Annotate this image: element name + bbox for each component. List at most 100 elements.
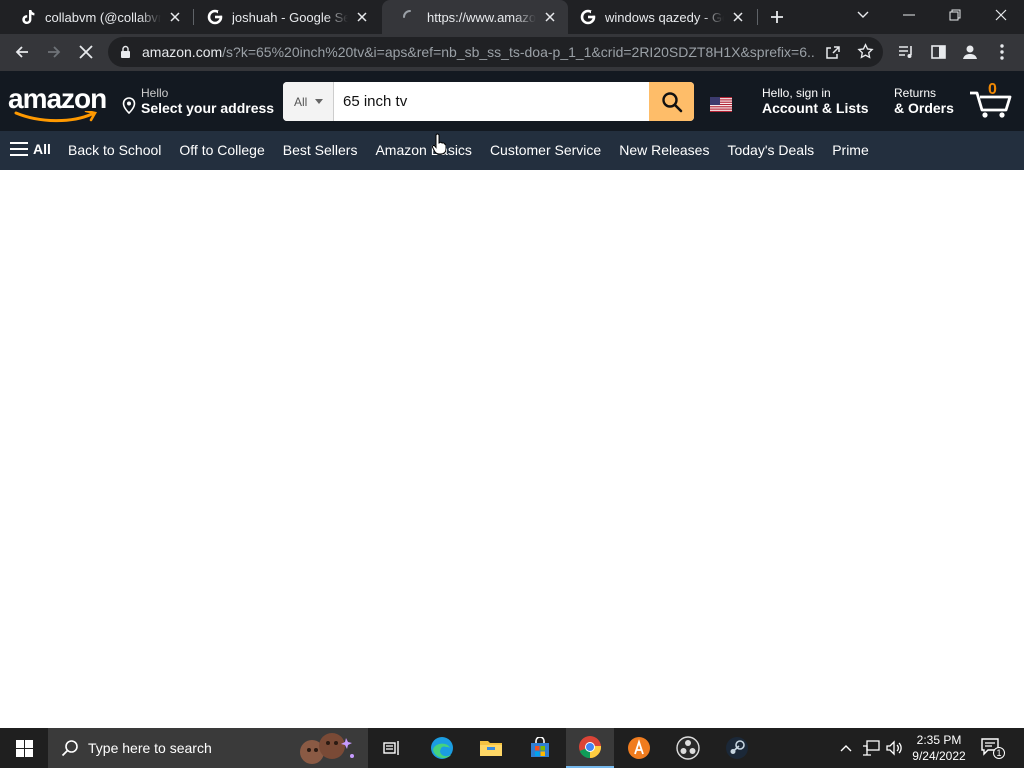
minimize-button[interactable] [886,0,932,30]
obs-icon [676,736,700,760]
steam-icon [726,737,748,759]
us-flag-icon[interactable] [710,97,732,112]
department-label: All [294,94,308,109]
minimize-icon [903,14,915,16]
browser-menu-button[interactable] [988,38,1016,66]
tab-close-icon[interactable] [728,7,748,27]
taskbar-microsoft-store[interactable] [516,728,564,768]
tab-google-windows-qazedy[interactable]: windows qazedy - Google [560,0,756,34]
restore-button[interactable] [932,0,978,30]
address-bar[interactable]: amazon.com/s?k=65%20inch%20tv&i=aps&ref=… [108,37,883,67]
nav-links: Back to School Off to College Best Selle… [68,142,887,158]
google-icon [207,9,223,25]
account-greeting: Hello, sign in [762,86,831,100]
taskbar-search-placeholder: Type here to search [88,740,212,756]
back-button[interactable] [8,38,36,66]
search-results-area [0,170,1024,728]
side-panel-button[interactable] [924,38,952,66]
nav-item-amazon-basics[interactable]: Amazon Basics [375,142,471,158]
media-controls-button[interactable] [892,38,920,66]
tab-close-icon[interactable] [165,7,185,27]
account-and-lists[interactable]: Hello, sign in Account & Lists [762,86,869,116]
network-icon [863,740,880,756]
new-tab-button[interactable] [760,2,794,32]
google-icon [580,9,596,25]
arrow-right-icon [48,46,61,58]
taskbar-edge[interactable] [418,728,466,768]
taskbar-search-box[interactable]: Type here to search [48,728,368,768]
restore-icon [949,9,961,21]
taskbar-app-orange[interactable] [615,728,663,768]
tab-search-button[interactable] [840,0,886,30]
search-department-select[interactable]: All [283,82,334,121]
returns-and-orders[interactable]: Returns & Orders [894,86,954,116]
side-panel-icon [930,45,946,59]
notification-count-badge: 1 [993,747,1005,759]
chrome-icon [579,736,602,759]
taskbar-obs[interactable] [664,728,712,768]
hand-cursor-icon [432,133,446,155]
nav-item-customer-service[interactable]: Customer Service [490,142,601,158]
speaker-icon [886,740,902,756]
task-view-button[interactable] [368,728,416,768]
taskbar-file-explorer[interactable] [467,728,515,768]
caret-down-icon [315,99,324,104]
taskbar-steam[interactable] [713,728,761,768]
taskbar-clock[interactable]: 2:35 PM 9/24/2022 [908,732,970,764]
tab-collabvm[interactable]: collabvm (@collabvm3) [0,0,193,34]
search-icon [61,740,78,757]
store-icon [531,737,549,757]
playlist-icon [899,46,912,58]
nav-item-prime[interactable]: Prime [832,142,869,158]
start-button[interactable] [0,728,48,768]
returns-label: Returns [894,86,937,100]
clock-time: 2:35 PM [916,733,962,747]
amazon-logo[interactable]: amazon [8,83,107,123]
clock-date: 9/24/2022 [912,749,966,763]
amazon-smile-icon [14,111,98,123]
nav-item-new-releases[interactable]: New Releases [619,142,709,158]
hamburger-menu-icon [10,142,28,156]
more-vertical-icon [1000,44,1004,60]
orders-label: & Orders [894,100,954,116]
nav-item-best-sellers[interactable]: Best Sellers [283,142,358,158]
cart-icon [970,91,1012,118]
nav-all-menu[interactable]: All [10,141,51,157]
chevron-up-icon [840,745,852,752]
task-view-icon [383,741,399,755]
amazon-search-bar: All [283,82,694,121]
tab-close-icon[interactable] [540,7,560,27]
tab-title: collabvm (@collabvm3) [45,9,161,25]
profile-button[interactable] [956,38,984,66]
volume-button[interactable] [884,738,904,758]
search-icon [661,91,682,112]
url-host: amazon.com [142,44,223,60]
person-icon [963,45,977,59]
nav-item-todays-deals[interactable]: Today's Deals [727,142,814,158]
show-hidden-icons-button[interactable] [836,738,856,758]
network-button[interactable] [861,738,881,758]
notifications-button[interactable]: 1 [980,736,1005,760]
close-icon [995,9,1007,21]
share-icon[interactable] [825,44,841,60]
search-input[interactable] [334,82,649,121]
nav-item-off-to-college[interactable]: Off to College [179,142,264,158]
tab-google-joshuah[interactable]: joshuah - Google Search [187,0,380,34]
search-button[interactable] [649,82,694,121]
address-label: Select your address [141,100,275,116]
folder-icon [480,741,502,756]
taskbar-chrome[interactable] [566,728,614,768]
tab-close-icon[interactable] [352,7,372,27]
cart-button[interactable]: 0 [968,81,1016,121]
close-window-button[interactable] [978,0,1024,30]
nav-item-back-to-school[interactable]: Back to School [68,142,161,158]
address-greeting: Hello [141,86,169,100]
orange-app-icon [628,737,650,759]
stop-loading-button[interactable] [72,38,100,66]
forward-button[interactable] [40,38,68,66]
star-bookmark-icon[interactable] [857,43,874,60]
amazon-nav-bar: All Back to School Off to College Best S… [0,131,1024,170]
tab-amazon[interactable]: https://www.amazon.com [382,0,568,34]
chevron-down-icon [857,11,869,18]
arrow-left-icon [15,46,28,58]
